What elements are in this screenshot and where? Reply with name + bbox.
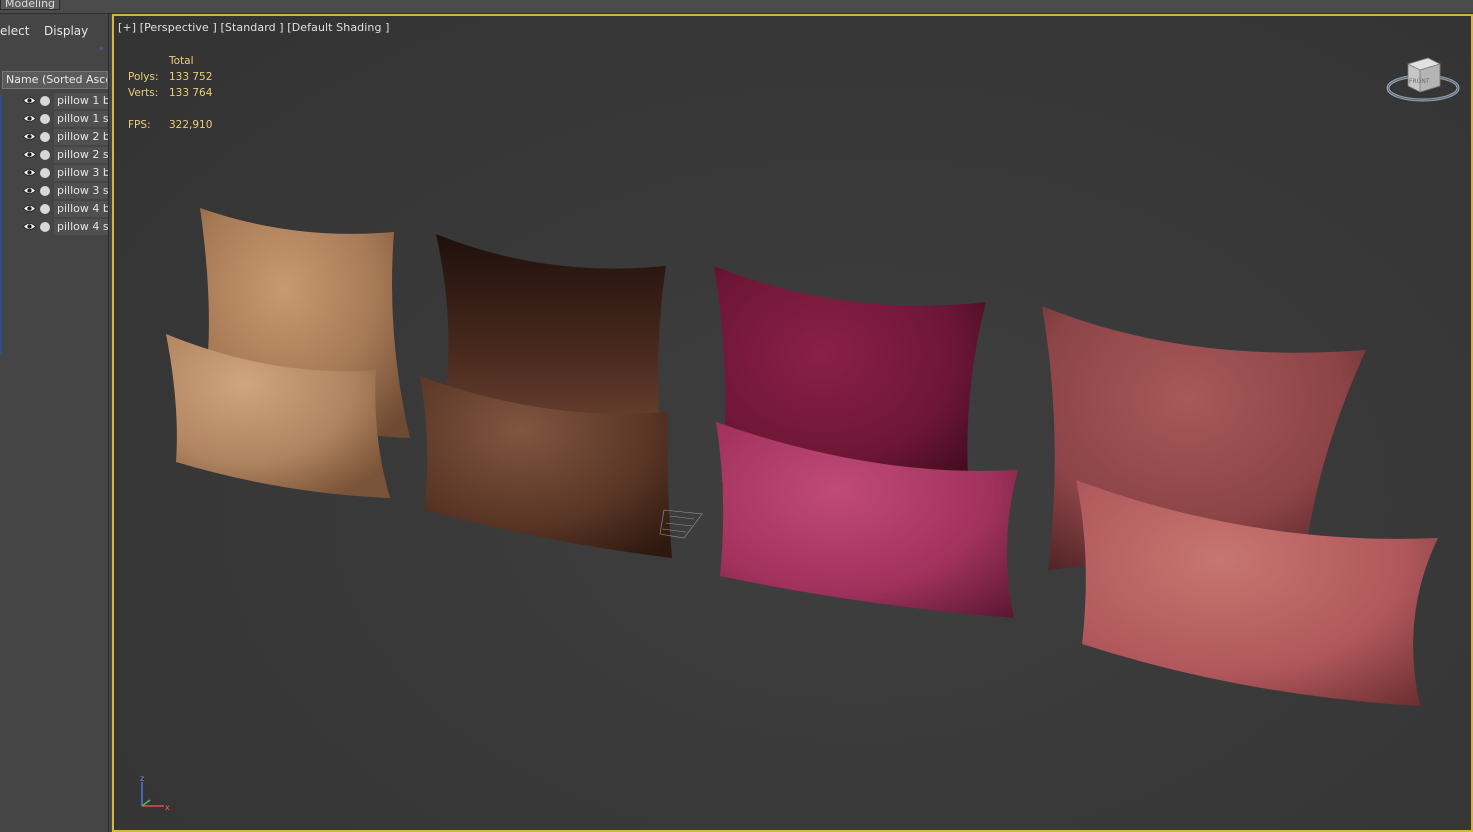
name-column-header[interactable]: Name (Sorted Ascending) xyxy=(2,71,108,89)
viewcube-icon[interactable]: FRONT xyxy=(1384,50,1462,106)
list-item[interactable]: pillow 2 small xyxy=(0,146,109,164)
object-name[interactable]: pillow 2 small xyxy=(54,147,108,163)
eye-icon[interactable] xyxy=(23,149,36,160)
stats-header-row: Total xyxy=(128,53,248,69)
object-name[interactable]: pillow 3 small xyxy=(54,183,108,199)
list-item[interactable]: pillow 4 big xyxy=(0,200,109,218)
scene-render xyxy=(166,208,1438,706)
viewcube-face-label: FRONT xyxy=(1409,78,1430,85)
scene-explorer-panel: elect Display » Name (Sorted Ascending) … xyxy=(0,14,109,832)
scene-object-list: pillow 1 big pillow 1 small pillow 2 big… xyxy=(0,92,109,236)
eye-icon[interactable] xyxy=(23,113,36,124)
list-item[interactable]: pillow 3 big xyxy=(0,164,109,182)
list-item[interactable]: pillow 1 small xyxy=(0,110,109,128)
render-dot-icon[interactable] xyxy=(40,114,50,124)
viewport-label[interactable]: [+] [Perspective ] [Standard ] [Default … xyxy=(118,21,390,34)
perspective-viewport[interactable]: [+] [Perspective ] [Standard ] [Default … xyxy=(112,14,1473,832)
app-window: Modeling elect Display » Name (Sorted As… xyxy=(0,0,1473,832)
render-dot-icon[interactable] xyxy=(40,150,50,160)
object-name[interactable]: pillow 2 big xyxy=(54,129,108,145)
ribbon-bar: Modeling xyxy=(0,0,1473,14)
fps-value: 322,910 xyxy=(169,119,213,131)
render-dot-icon[interactable] xyxy=(40,96,50,106)
render-dot-icon[interactable] xyxy=(40,132,50,142)
eye-icon[interactable] xyxy=(23,221,36,232)
axis-x-label: x xyxy=(165,803,170,812)
list-item[interactable]: pillow 1 big xyxy=(0,92,109,110)
polys-label: Polys: xyxy=(128,71,159,83)
object-name[interactable]: pillow 1 small xyxy=(54,111,108,127)
stats-verts-row: Verts: 133 764 xyxy=(128,85,248,101)
eye-icon[interactable] xyxy=(23,185,36,196)
expand-chevron-icon[interactable]: » xyxy=(98,44,104,54)
tab-select[interactable]: elect xyxy=(0,22,29,40)
list-item[interactable]: pillow 4 small xyxy=(0,218,109,236)
render-dot-icon[interactable] xyxy=(40,186,50,196)
render-dot-icon[interactable] xyxy=(40,222,50,232)
object-name[interactable]: pillow 4 big xyxy=(54,201,108,217)
stats-fps-row: FPS: 322,910 xyxy=(128,117,248,133)
scene-explorer-tabs: elect Display xyxy=(0,22,109,42)
render-dot-icon[interactable] xyxy=(40,168,50,178)
eye-icon[interactable] xyxy=(23,131,36,142)
tab-display[interactable]: Display xyxy=(44,22,88,40)
object-name[interactable]: pillow 1 big xyxy=(54,93,108,109)
list-item[interactable]: pillow 3 small xyxy=(0,182,109,200)
object-name[interactable]: pillow 4 small xyxy=(54,219,108,235)
axis-z-label: z xyxy=(140,774,144,783)
stats-spacer xyxy=(128,101,248,117)
eye-icon[interactable] xyxy=(23,95,36,106)
eye-icon[interactable] xyxy=(23,203,36,214)
ribbon-tab-modeling[interactable]: Modeling xyxy=(0,0,61,10)
polys-value: 133 752 xyxy=(169,71,213,83)
verts-value: 133 764 xyxy=(169,87,213,99)
list-item[interactable]: pillow 2 big xyxy=(0,128,109,146)
fps-label: FPS: xyxy=(128,119,151,131)
stats-total-header: Total xyxy=(169,55,194,67)
render-dot-icon[interactable] xyxy=(40,204,50,214)
scene-statistics: Total Polys: 133 752 Verts: 133 764 FPS:… xyxy=(128,53,248,133)
verts-label: Verts: xyxy=(128,87,159,99)
axis-tripod-icon: z x xyxy=(140,774,170,812)
stats-polys-row: Polys: 133 752 xyxy=(128,69,248,85)
eye-icon[interactable] xyxy=(23,167,36,178)
object-name[interactable]: pillow 3 big xyxy=(54,165,108,181)
